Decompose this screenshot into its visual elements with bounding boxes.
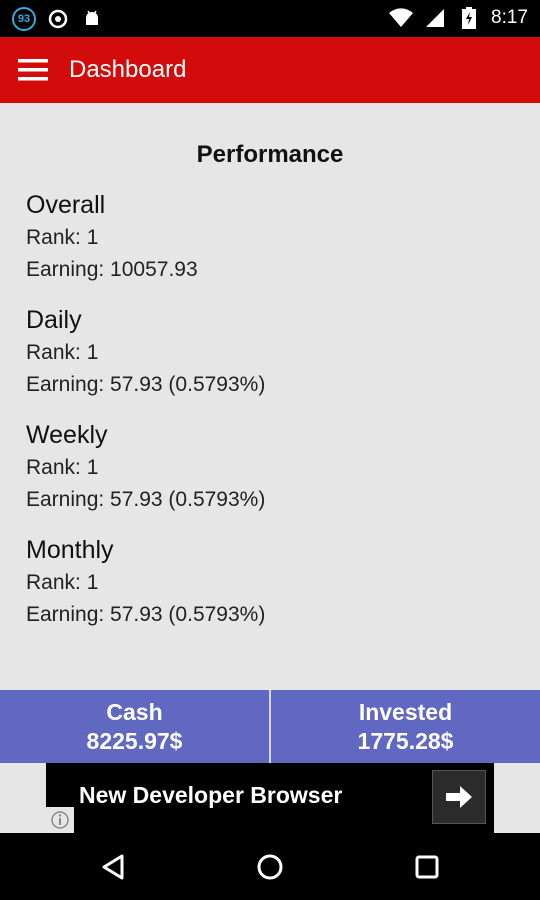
- battery-charging-icon: [457, 6, 481, 30]
- section-earning: Earning: 10057.93: [26, 258, 198, 281]
- android-icon: [80, 7, 104, 31]
- back-button[interactable]: [93, 847, 133, 887]
- cash-value: 8225.97$: [86, 727, 183, 754]
- wifi-icon: [389, 6, 414, 30]
- sync-icon: [46, 7, 70, 31]
- back-triangle-icon: [102, 854, 124, 880]
- status-bar-notifications: 93: [12, 7, 104, 31]
- home-button[interactable]: [250, 847, 290, 887]
- section-rank: Rank: 1: [26, 456, 99, 479]
- section-label: Overall: [26, 191, 106, 219]
- recents-square-icon: [415, 855, 439, 879]
- info-icon: [51, 811, 69, 829]
- performance-section-overall: Overall Rank: 1 Earning: 10057.93: [26, 188, 198, 286]
- status-bar-system: 8:17: [389, 6, 528, 30]
- section-earning: Earning: 57.93 (0.5793%): [26, 603, 266, 626]
- hamburger-menu-button[interactable]: [0, 37, 66, 103]
- section-label: Monthly: [26, 536, 114, 564]
- home-circle-icon: [257, 854, 283, 880]
- performance-section-daily: Daily Rank: 1 Earning: 57.93 (0.5793%): [26, 303, 265, 401]
- cash-tile[interactable]: Cash 8225.97$: [0, 690, 269, 763]
- ad-text: New Developer Browser: [79, 782, 343, 808]
- cash-label: Cash: [106, 698, 163, 725]
- page-title: Dashboard: [69, 56, 187, 83]
- signal-icon: [423, 6, 447, 30]
- section-rank: Rank: 1: [26, 226, 99, 249]
- system-nav-bar: [0, 833, 540, 900]
- section-rank: Rank: 1: [26, 341, 99, 364]
- ad-banner[interactable]: New Developer Browser: [46, 763, 494, 833]
- invested-tile[interactable]: Invested 1775.28$: [269, 690, 540, 763]
- section-rank: Rank: 1: [26, 571, 99, 594]
- status-time: 8:17: [491, 7, 528, 28]
- invested-value: 1775.28$: [357, 727, 454, 754]
- hamburger-menu-icon: [18, 59, 48, 81]
- performance-panel: Performance Overall Rank: 1 Earning: 100…: [0, 103, 540, 690]
- section-label: Weekly: [26, 421, 108, 449]
- status-bar: 93 8:17: [0, 0, 540, 37]
- performance-section-weekly: Weekly Rank: 1 Earning: 57.93 (0.5793%): [26, 418, 265, 516]
- section-earning: Earning: 57.93 (0.5793%): [26, 488, 266, 511]
- performance-title: Performance: [196, 141, 344, 168]
- balance-bar: Cash 8225.97$ Invested 1775.28$: [0, 690, 540, 763]
- app-bar: Dashboard: [0, 37, 540, 103]
- arrow-right-icon: [446, 786, 472, 808]
- invested-label: Invested: [358, 698, 453, 725]
- section-earning: Earning: 57.93 (0.5793%): [26, 373, 266, 396]
- recents-button[interactable]: [407, 847, 447, 887]
- ad-open-button[interactable]: [432, 770, 486, 824]
- notification-badge: 93: [12, 7, 36, 31]
- ad-area: New Developer Browser: [0, 763, 540, 833]
- ad-info-button[interactable]: [46, 807, 74, 833]
- section-label: Daily: [26, 306, 82, 334]
- performance-section-monthly: Monthly Rank: 1 Earning: 57.93 (0.5793%): [26, 533, 265, 631]
